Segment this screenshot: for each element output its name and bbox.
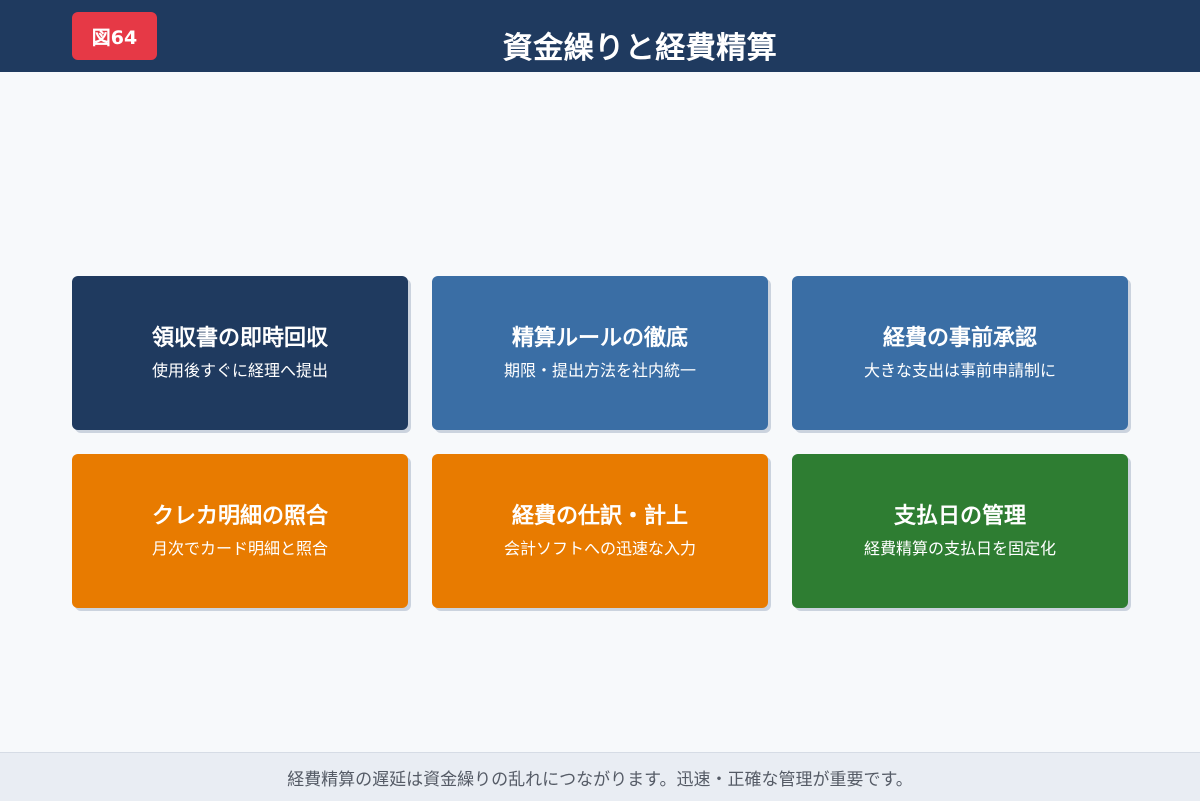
card-title: クレカ明細の照合 bbox=[151, 504, 328, 530]
card-subtitle: 経費精算の支払日を固定化 bbox=[863, 538, 1056, 558]
card-subtitle: 大きな支出は事前申請制に bbox=[863, 360, 1056, 380]
card-subtitle: 使用後すぐに経理へ提出 bbox=[151, 360, 328, 380]
card-receipt-collection: 領収書の即時回収 使用後すぐに経理へ提出 bbox=[72, 276, 408, 430]
card-title: 領収書の即時回収 bbox=[151, 326, 328, 352]
card-title: 経費の事前承認 bbox=[882, 326, 1037, 352]
card-credit-card-reconciliation: クレカ明細の照合 月次でカード明細と照合 bbox=[72, 454, 408, 608]
card-journal-entry: 経費の仕訳・計上 会計ソフトへの迅速な入力 bbox=[432, 454, 768, 608]
card-subtitle: 会計ソフトへの迅速な入力 bbox=[503, 538, 696, 558]
card-payment-date-management: 支払日の管理 経費精算の支払日を固定化 bbox=[792, 454, 1128, 608]
card-grid: 領収書の即時回収 使用後すぐに経理へ提出 精算ルールの徹底 期限・提出方法を社内… bbox=[72, 276, 1128, 608]
card-title: 経費の仕訳・計上 bbox=[511, 504, 688, 530]
header-bar: 図64 資金繰りと経費精算 bbox=[0, 0, 1200, 72]
footer-text: 経費精算の遅延は資金繰りの乱れにつながります。迅速・正確な管理が重要です。 bbox=[287, 769, 913, 790]
card-subtitle: 月次でカード明細と照合 bbox=[151, 538, 328, 558]
card-subtitle: 期限・提出方法を社内統一 bbox=[503, 360, 696, 380]
footer-note: 経費精算の遅延は資金繰りの乱れにつながります。迅速・正確な管理が重要です。 bbox=[0, 752, 1200, 801]
page-title: 資金繰りと経費精算 bbox=[502, 31, 778, 66]
card-title: 支払日の管理 bbox=[893, 504, 1026, 530]
card-pre-approval: 経費の事前承認 大きな支出は事前申請制に bbox=[792, 276, 1128, 430]
card-title: 精算ルールの徹底 bbox=[511, 326, 688, 352]
card-settlement-rules: 精算ルールの徹底 期限・提出方法を社内統一 bbox=[432, 276, 768, 430]
